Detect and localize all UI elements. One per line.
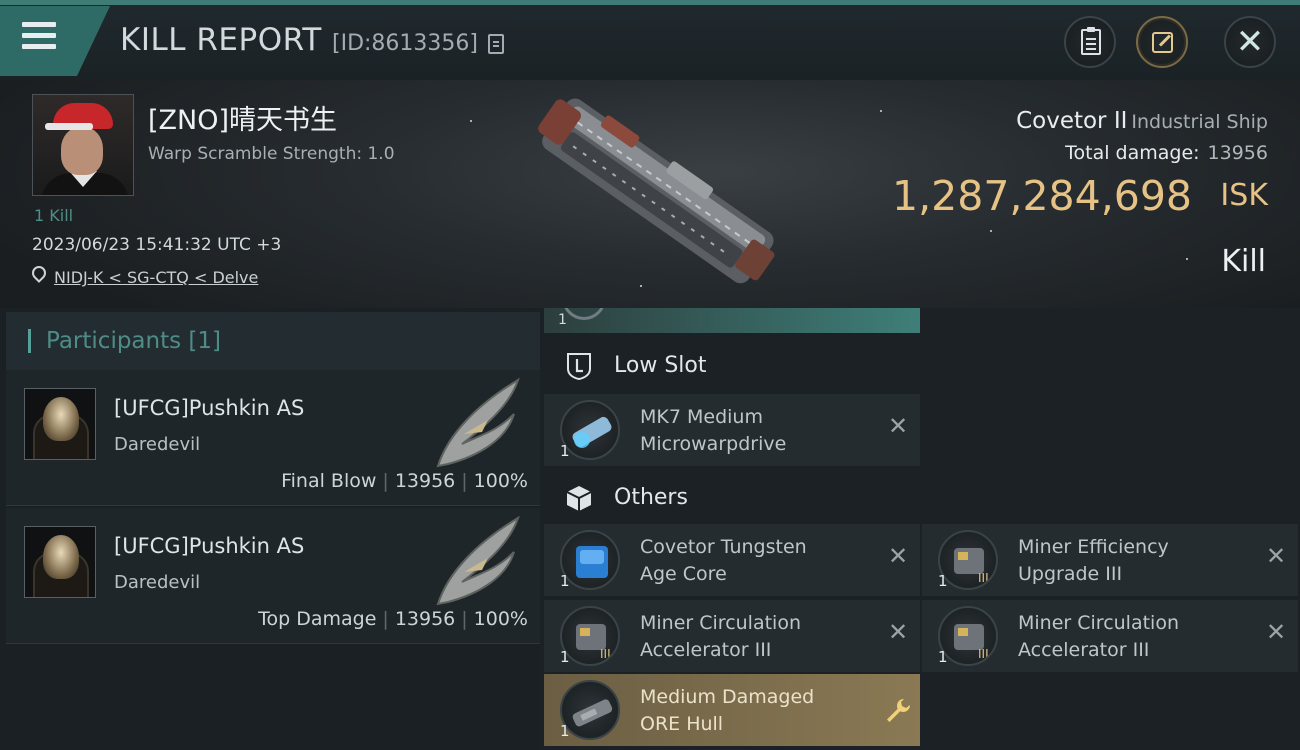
module-quantity: 1 [560,442,570,460]
scramble-value: 1.0 [367,144,395,164]
participant-damage: 13956 [394,470,456,492]
victim-name[interactable]: [ZNO]晴天书生 [148,98,337,137]
destroyed-icon: ✕ [887,618,909,646]
module-miner-circulation[interactable]: III 1 Miner Circulation Accelerator III ✕ [544,600,920,672]
participant-name: [UFCG]Pushkin AS [114,396,305,420]
module-miner-efficiency[interactable]: III 1 Miner Efficiency Upgrade III ✕ [922,524,1298,596]
module-miner-circulation[interactable]: III 1 Miner Circulation Accelerator III ✕ [922,600,1298,672]
module-name: Covetor Tungsten Age Core [640,536,807,585]
destroyed-icon: ✕ [1265,618,1287,646]
low-slot-title: Low Slot [614,353,707,378]
ship-name: Covetor II [1016,108,1128,134]
report-result: Kill [1221,244,1266,279]
participant-role: Top Damage [258,608,377,630]
participants-panel: Participants [1] [UFCG]Pushkin AS Darede… [0,308,540,750]
others-header: Others [544,468,920,528]
participant-ship: Daredevil [114,434,201,455]
module-name: Miner Efficiency Upgrade III [1018,536,1169,585]
participant-damage: 13956 [394,608,456,630]
module-mwd[interactable]: 1 MK7 Medium Microwarpdrive ✕ [544,394,920,466]
participants-header: Participants [1] [6,312,540,370]
participant-name: [UFCG]Pushkin AS [114,534,305,558]
cargo-box-icon [566,486,592,511]
total-damage-label: Total damage: [1065,142,1200,164]
total-damage-value: 13956 [1207,142,1268,164]
clipboard-button[interactable] [1064,16,1116,68]
copy-id-icon[interactable] [488,34,504,54]
svg-text:III: III [978,571,989,585]
ship-class: Industrial Ship [1131,111,1268,133]
module-quantity: 1 [560,722,570,740]
module-quantity: 1 [938,648,948,666]
participant-avatar [24,526,96,598]
scramble-label: Warp Scramble Strength: [148,144,363,164]
low-slot-header: Low Slot [544,336,920,396]
participant-stats: Top Damage | 13956 | 100% [258,608,528,630]
report-id: [ID:8613356] [332,31,478,56]
isk-value: 1,287,284,698 [892,172,1192,220]
victim-ship-image [538,98,775,284]
close-button[interactable]: ✕ [1224,16,1276,68]
destroyed-icon: ✕ [887,542,909,570]
victim-portrait[interactable] [32,94,134,196]
participant-avatar [24,388,96,460]
participant-stats: Final Blow | 13956 | 100% [281,470,528,492]
module-name: MK7 Medium Microwarpdrive [640,406,787,455]
participant-row[interactable]: [UFCG]Pushkin AS Daredevil Top Damage | 13… [6,508,540,644]
participants-title: Participants [1] [46,328,221,354]
participants-label: Participants [46,328,182,354]
fittings-panel: 1 Low Slot 1 MK7 Medium Microwarpdrive ✕ … [540,308,1300,750]
low-slot-icon [567,353,591,381]
menu-icon[interactable] [22,22,62,56]
others-title: Others [614,485,688,510]
location-pin-icon [29,263,49,283]
total-damage: Total damage: 13956 [1065,142,1268,164]
close-icon: ✕ [1235,22,1265,62]
kill-location-link[interactable]: NIDJ-K < SG-CTQ < Delve [54,268,258,287]
module-name: Miner Circulation Accelerator III [1018,612,1179,661]
warp-scramble-strength: Warp Scramble Strength: 1.0 [148,144,395,164]
participants-count: [1] [188,328,222,354]
module-tungsten-core[interactable]: 1 Covetor Tungsten Age Core ✕ [544,524,920,596]
header-bar: KILL REPORT [ID:8613356] ✕ [0,0,1300,80]
module-name: Miner Circulation Accelerator III [640,612,801,661]
module-quantity: 1 [560,648,570,666]
module-quantity: 1 [558,312,567,328]
kill-count: 1 Kill [34,206,74,225]
wrench-icon [887,699,910,722]
participant-percent: 100% [473,608,528,630]
module-quantity: 1 [938,572,948,590]
participant-percent: 100% [473,470,528,492]
participant-ship: Daredevil [114,572,201,593]
share-icon [1152,32,1173,53]
share-button[interactable] [1136,16,1188,68]
module-row-partial[interactable]: 1 [544,308,920,333]
module-name: Medium Damaged ORE Hull [640,686,815,735]
svg-text:III: III [600,647,611,661]
victim-summary: [ZNO]晴天书生 Warp Scramble Strength: 1.0 1 … [0,80,1300,308]
module-ore-hull[interactable]: 1 Medium Damaged ORE Hull [544,674,920,746]
participant-ship-image [436,377,520,468]
participant-row[interactable]: [UFCG]Pushkin AS Daredevil Final Blow | 13… [6,370,540,506]
module-quantity: 1 [560,572,570,590]
page-title: KILL REPORT [120,22,322,58]
kill-timestamp: 2023/06/23 15:41:32 UTC +3 [32,235,282,255]
participant-role: Final Blow [281,470,377,492]
isk-unit: ISK [1220,178,1268,213]
destroyed-icon: ✕ [1265,542,1287,570]
clipboard-icon [1081,27,1101,55]
destroyed-icon: ✕ [887,412,909,440]
participant-ship-image [436,515,520,606]
svg-text:III: III [978,647,989,661]
victim-ship: Covetor II Industrial Ship [1016,108,1268,134]
